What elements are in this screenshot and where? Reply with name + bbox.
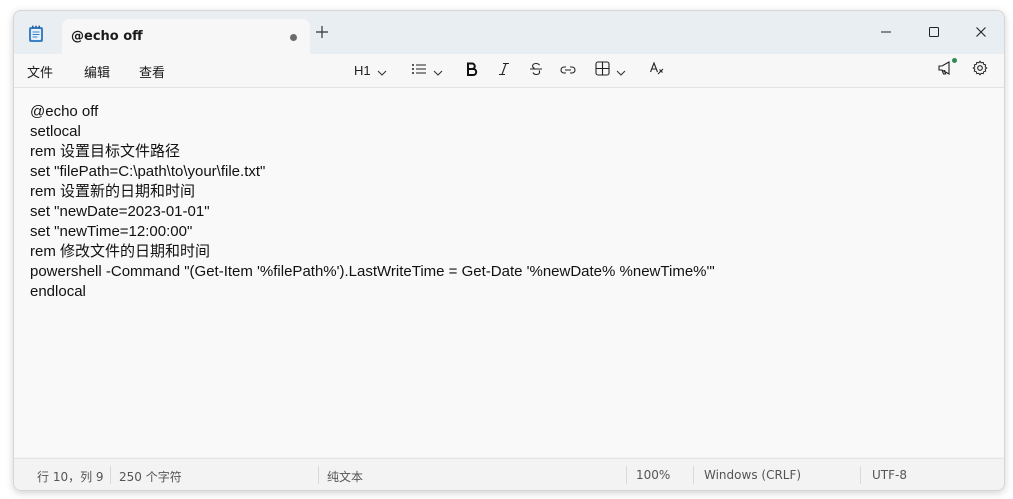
editor-line: rem 修改文件的日期和时间 — [30, 243, 211, 260]
line-ending[interactable]: Windows (CRLF) — [704, 468, 801, 482]
heading-label: H1 — [354, 62, 371, 78]
clear-formatting-button[interactable] — [649, 59, 665, 81]
link-icon — [560, 61, 576, 80]
minimize-icon — [880, 23, 892, 42]
status-divider — [860, 466, 861, 484]
table-icon — [595, 60, 610, 80]
status-divider — [626, 466, 627, 484]
menu-view[interactable]: 查看 — [139, 62, 165, 81]
unsaved-indicator-icon[interactable] — [290, 34, 297, 41]
megaphone-icon — [937, 58, 957, 80]
editor-line: powershell -Command "(Get-Item '%filePat… — [30, 263, 715, 280]
zoom-level[interactable]: 100% — [636, 468, 670, 482]
tab-title: @echo off — [71, 29, 143, 44]
encoding[interactable]: UTF-8 — [872, 468, 907, 482]
maximize-button[interactable] — [914, 17, 954, 47]
notepad-icon — [28, 25, 44, 43]
strikethrough-icon — [529, 61, 543, 80]
editor-line: endlocal — [30, 283, 86, 300]
cursor-position[interactable]: 行 10，列 9 — [37, 468, 104, 485]
notepad-window: @echo off 文件 编辑 查看 H1 @echo off setlocal… — [13, 10, 1005, 491]
gear-icon — [972, 60, 988, 80]
chevron-down-icon — [616, 61, 626, 80]
settings-button[interactable] — [972, 59, 988, 81]
maximize-icon — [928, 23, 940, 42]
heading-dropdown[interactable]: H1 — [354, 59, 387, 81]
italic-icon — [497, 61, 511, 80]
feedback-button[interactable] — [937, 58, 957, 81]
status-bar: 行 10，列 9 250 个字符 纯文本 100% Windows (CRLF)… — [14, 458, 1004, 490]
minimize-button[interactable] — [866, 17, 906, 47]
menu-edit[interactable]: 编辑 — [84, 62, 110, 81]
strikethrough-button[interactable] — [529, 59, 543, 81]
list-dropdown[interactable] — [411, 59, 443, 81]
editor-line: rem 设置目标文件路径 — [30, 143, 181, 160]
close-button[interactable] — [961, 17, 1001, 47]
bold-icon — [465, 61, 479, 80]
text-format[interactable]: 纯文本 — [327, 468, 363, 485]
editor-line: rem 设置新的日期和时间 — [30, 183, 196, 200]
close-icon — [975, 23, 987, 42]
editor-line: set "newTime=12:00:00" — [30, 223, 193, 240]
status-divider — [693, 466, 694, 484]
chevron-down-icon — [377, 61, 387, 80]
editor-line: set "newDate=2023-01-01" — [30, 203, 210, 220]
bold-button[interactable] — [465, 59, 479, 81]
status-divider — [110, 466, 111, 484]
character-count: 250 个字符 — [119, 470, 182, 484]
menu-toolbar: 文件 编辑 查看 H1 — [14, 54, 1004, 88]
notification-dot-icon — [952, 58, 957, 63]
clear-formatting-icon — [649, 60, 665, 80]
status-divider — [318, 466, 319, 484]
table-dropdown[interactable] — [595, 59, 626, 81]
plus-icon[interactable] — [314, 25, 330, 41]
italic-button[interactable] — [497, 59, 511, 81]
title-bar: @echo off — [14, 11, 1004, 54]
chevron-down-icon — [433, 61, 443, 80]
editor-line: set "filePath=C:\path\to\your\file.txt" — [30, 163, 266, 180]
link-button[interactable] — [560, 59, 576, 81]
tab-active-document[interactable]: @echo off — [62, 19, 310, 54]
editor-line: setlocal — [30, 123, 81, 140]
list-icon — [411, 61, 427, 80]
menu-file[interactable]: 文件 — [27, 62, 53, 81]
text-editor[interactable]: @echo off setlocal rem 设置目标文件路径 set "fil… — [14, 88, 1004, 457]
editor-line: @echo off — [30, 103, 99, 120]
